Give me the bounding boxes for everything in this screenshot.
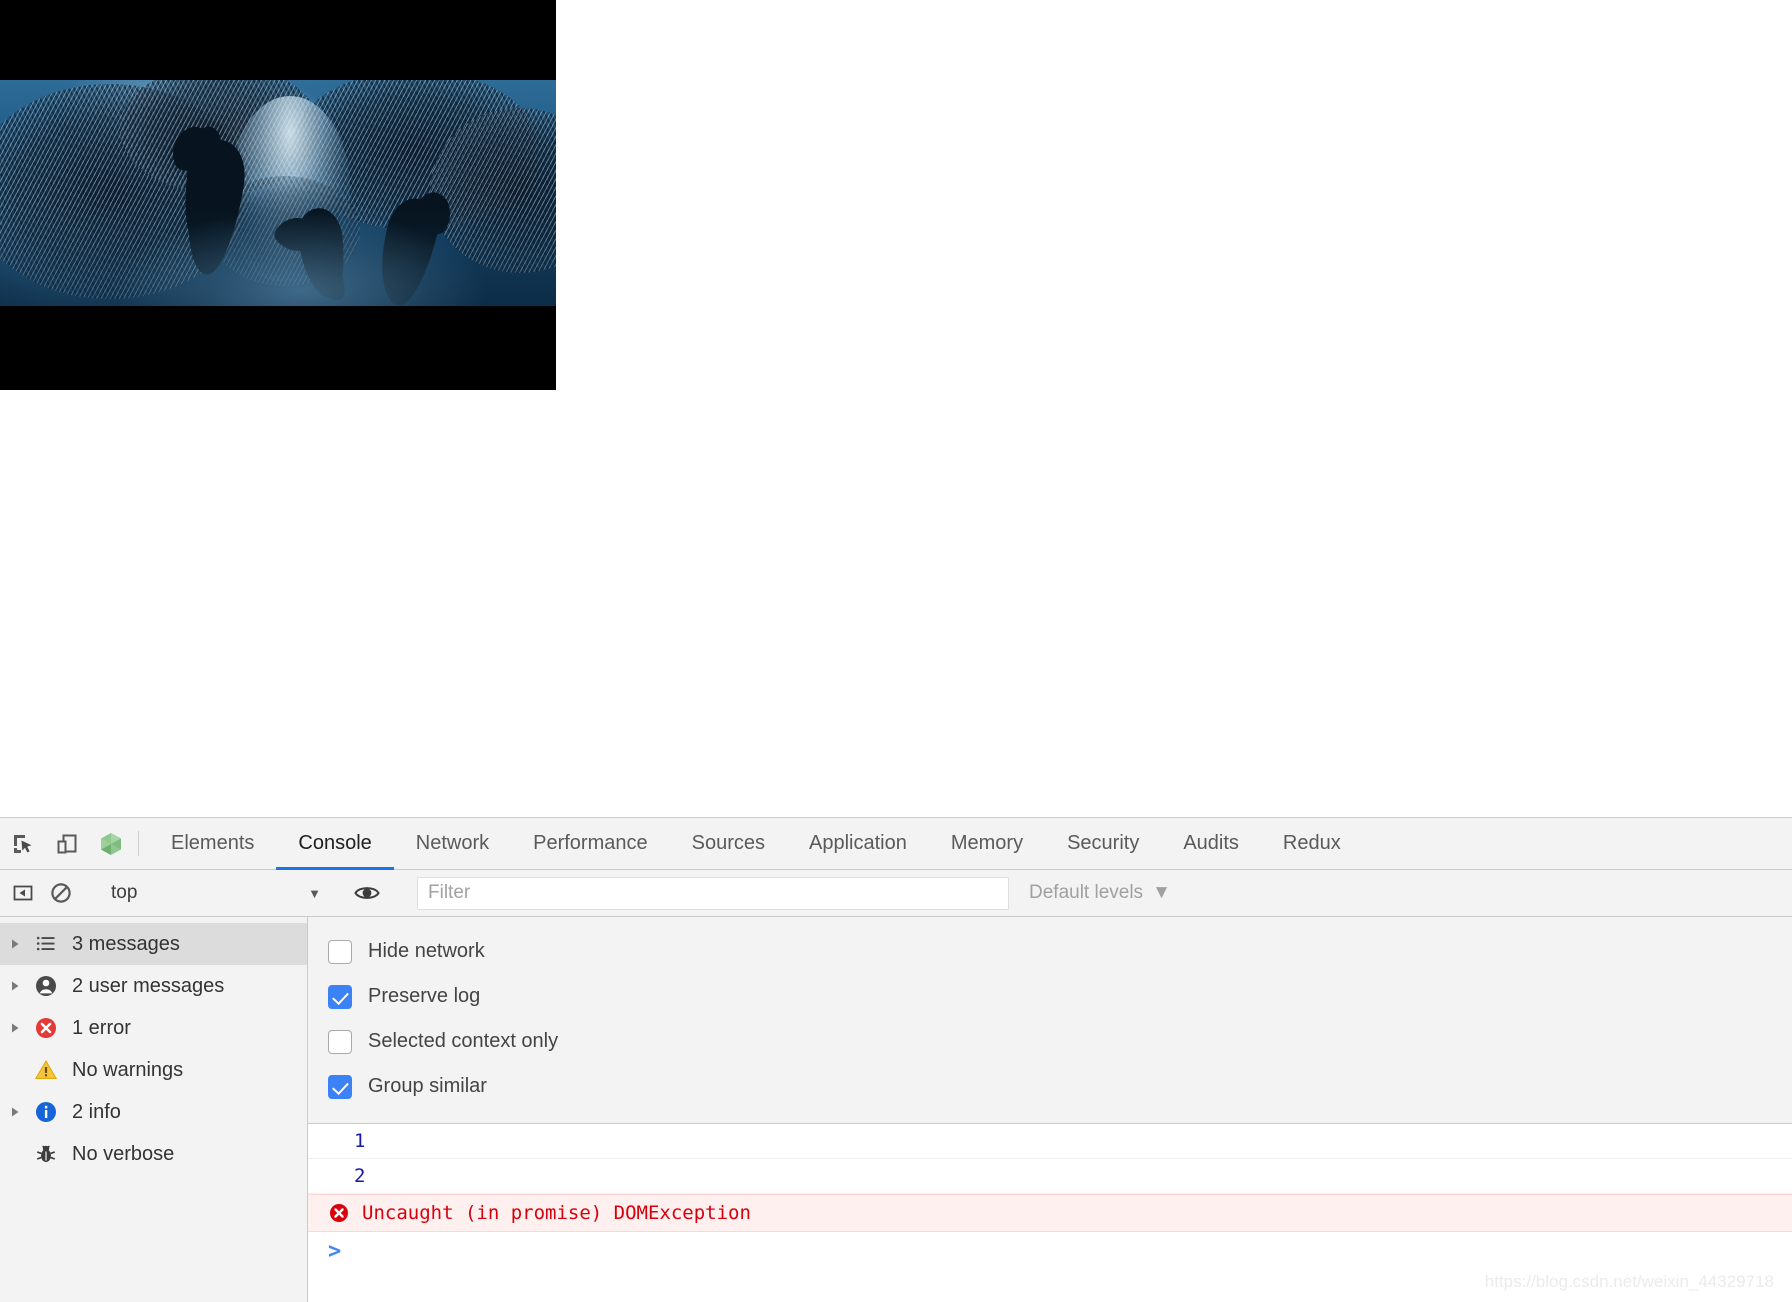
- tab-memory[interactable]: Memory: [929, 818, 1045, 869]
- filter-input[interactable]: [417, 876, 1009, 910]
- error-icon: [26, 1016, 66, 1040]
- tab-elements[interactable]: Elements: [149, 818, 276, 869]
- error-icon: [328, 1202, 350, 1224]
- preserve-log-checkbox[interactable]: [328, 984, 352, 1009]
- info-icon: [26, 1100, 66, 1124]
- console-message-text: 1: [354, 1130, 366, 1152]
- tab-security[interactable]: Security: [1045, 818, 1161, 869]
- toolbar-divider: [138, 831, 139, 856]
- tab-redux[interactable]: Redux: [1261, 818, 1363, 869]
- setting-group-similar[interactable]: Group similar: [308, 1064, 1792, 1109]
- log-levels-dropdown[interactable]: Default levels ▼: [1029, 882, 1171, 904]
- selected-context-only-checkbox[interactable]: [328, 1029, 352, 1054]
- console-body: 3 messages 2 user messages 1 error No wa…: [0, 917, 1792, 1302]
- tab-application[interactable]: Application: [787, 818, 929, 869]
- device-toolbar-icon[interactable]: [48, 825, 86, 863]
- chevron-down-icon: ▼: [308, 885, 321, 901]
- chevron-right-icon[interactable]: [4, 1106, 26, 1118]
- chevron-right-icon[interactable]: [4, 938, 26, 950]
- inspect-element-icon[interactable]: [4, 825, 42, 863]
- execution-context-value: top: [111, 882, 138, 903]
- tab-console[interactable]: Console: [276, 818, 395, 870]
- sidebar-item-warnings[interactable]: No warnings: [0, 1049, 307, 1091]
- vue-devtools-icon[interactable]: [92, 825, 130, 863]
- setting-hide-network[interactable]: Hide network: [308, 929, 1792, 974]
- sidebar-item-messages[interactable]: 3 messages: [0, 923, 307, 965]
- execution-context-select[interactable]: top ▼: [99, 876, 329, 910]
- console-message-error[interactable]: Uncaught (in promise) DOMException: [308, 1194, 1792, 1232]
- console-settings-panel: Hide network Preserve log Selected conte…: [308, 917, 1792, 1124]
- sidebar-item-user-messages[interactable]: 2 user messages: [0, 965, 307, 1007]
- page-viewport: [0, 0, 1792, 817]
- setting-label: Hide network: [368, 940, 485, 962]
- verbose-bug-icon: [26, 1143, 66, 1165]
- sidebar-item-label: 3 messages: [72, 932, 180, 955]
- setting-label: Selected context only: [368, 1030, 559, 1052]
- sidebar-item-label: No warnings: [72, 1058, 184, 1081]
- console-message-log[interactable]: 2: [308, 1159, 1792, 1194]
- console-sidebar: 3 messages 2 user messages 1 error No wa…: [0, 917, 308, 1302]
- user-icon: [26, 974, 66, 998]
- sidebar-item-info[interactable]: 2 info: [0, 1091, 307, 1133]
- group-similar-checkbox[interactable]: [328, 1074, 352, 1099]
- devtools-tabbar: Elements Console Network Performance Sou…: [0, 818, 1792, 870]
- sidebar-item-label: 2 info: [72, 1100, 121, 1123]
- console-message-log[interactable]: 1: [308, 1124, 1792, 1159]
- chevron-down-icon: ▼: [1152, 882, 1171, 903]
- tab-network[interactable]: Network: [394, 818, 511, 869]
- sidebar-item-label: 1 error: [72, 1016, 131, 1039]
- console-message-text: 2: [354, 1165, 366, 1187]
- console-message-text: Uncaught (in promise) DOMException: [362, 1202, 751, 1224]
- sidebar-item-label: No verbose: [72, 1142, 175, 1165]
- devtools-tool-icons: [0, 818, 130, 869]
- console-pane: Hide network Preserve log Selected conte…: [308, 917, 1792, 1302]
- video-player[interactable]: [0, 0, 556, 390]
- console-filterbar: top ▼ Default levels ▼: [0, 870, 1792, 917]
- hide-network-checkbox[interactable]: [328, 939, 352, 964]
- log-levels-label: Default levels: [1029, 882, 1144, 903]
- console-prompt[interactable]: >: [308, 1232, 1792, 1272]
- setting-selected-context-only[interactable]: Selected context only: [308, 1019, 1792, 1064]
- screenshot-root: Elements Console Network Performance Sou…: [0, 0, 1792, 1302]
- live-expression-eye-icon[interactable]: [348, 874, 386, 912]
- setting-label: Preserve log: [368, 985, 481, 1007]
- tab-sources[interactable]: Sources: [670, 818, 787, 869]
- sidebar-item-verbose[interactable]: No verbose: [0, 1133, 307, 1175]
- list-icon: [26, 933, 66, 955]
- tab-audits[interactable]: Audits: [1161, 818, 1261, 869]
- setting-preserve-log[interactable]: Preserve log: [308, 974, 1792, 1019]
- video-frame: [0, 80, 556, 306]
- devtools-panel: Elements Console Network Performance Sou…: [0, 817, 1792, 1302]
- clear-console-icon[interactable]: [42, 874, 80, 912]
- console-message-list: 1 2 Uncaught (in promise) DOMException >: [308, 1124, 1792, 1302]
- chevron-right-icon[interactable]: [4, 1022, 26, 1034]
- warning-icon: [26, 1058, 66, 1082]
- chevron-right-icon[interactable]: [4, 980, 26, 992]
- sidebar-item-label: 2 user messages: [72, 974, 225, 997]
- sidebar-item-errors[interactable]: 1 error: [0, 1007, 307, 1049]
- setting-label: Group similar: [368, 1075, 487, 1097]
- devtools-tabs: Elements Console Network Performance Sou…: [149, 818, 1792, 870]
- prompt-chevron-icon: >: [328, 1239, 342, 1264]
- tab-performance[interactable]: Performance: [511, 818, 670, 869]
- show-console-sidebar-icon[interactable]: [4, 874, 42, 912]
